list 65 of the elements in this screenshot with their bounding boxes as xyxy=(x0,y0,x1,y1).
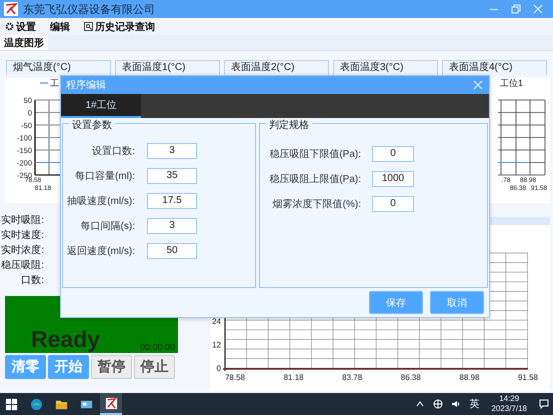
input-field[interactable]: 35 xyxy=(147,168,197,184)
windows-start-icon[interactable] xyxy=(4,398,18,410)
field-label: 烟雾浓度下限值(%): xyxy=(272,198,361,210)
menu-item[interactable]: 历史记录查询 xyxy=(84,20,155,34)
window-title: 东莞飞弘仪器设备有限公司 xyxy=(23,2,156,16)
legend-label: 工位1 xyxy=(500,78,524,88)
dialog-title: 程序编辑 xyxy=(66,78,107,92)
status-text: Ready xyxy=(31,326,100,352)
field-label: 稳压吸阻上限值(Pa): xyxy=(268,172,361,186)
menu-item[interactable]: 编辑 xyxy=(50,20,70,34)
legend-line xyxy=(40,82,48,84)
browser-icon[interactable] xyxy=(30,398,42,410)
notification-icon[interactable] xyxy=(539,399,549,409)
globe-icon[interactable] xyxy=(433,399,444,409)
app-logo-icon[interactable] xyxy=(104,396,118,410)
input-method-indicator[interactable]: 英 xyxy=(469,397,480,411)
input-field[interactable]: 0 xyxy=(372,196,414,212)
field-label: 每口间隔(s): xyxy=(80,220,135,232)
axis-tick-label: 88.98 xyxy=(459,373,480,382)
tab[interactable]: 1#工位 xyxy=(61,94,141,118)
group-title: 表面温度1(°C) xyxy=(115,60,220,75)
gear-icon xyxy=(5,22,14,31)
axis-tick-label: 81.18 xyxy=(284,373,304,382)
readout-label: 实时浓度: xyxy=(0,244,44,258)
control-button[interactable]: 暂停 xyxy=(91,355,132,379)
input-field[interactable]: 50 xyxy=(147,242,197,258)
clock-date: 2023/7/18 xyxy=(491,404,527,414)
legend-label: 工 xyxy=(50,78,59,88)
axis-tick-label: 86.38 xyxy=(400,373,421,382)
group-title: 烟气温度(°C) xyxy=(6,60,111,75)
field-label: 抽吸速度(ml/s): xyxy=(66,194,135,208)
field-label: 稳压吸阻下限值(Pa): xyxy=(268,148,361,160)
axis-tick-label: 83.78 xyxy=(342,373,362,382)
axis-tick-label: 12 xyxy=(212,340,221,350)
timer-text: 00:00:00 xyxy=(140,342,175,352)
input-field[interactable]: 1000 xyxy=(372,170,414,186)
group-title: 表面温度4(°C) xyxy=(442,60,547,75)
axis-tick-label: 0 xyxy=(216,364,221,373)
readout-label: 实时速度: xyxy=(0,228,44,243)
group-title: 设置参数 xyxy=(69,118,115,132)
field-label: 返回速度(ml/s): xyxy=(66,244,135,258)
input-field[interactable]: 17.5 xyxy=(147,192,197,208)
search-icon xyxy=(84,22,93,31)
readout-label: 口数: xyxy=(20,274,44,288)
readout-label: 稳压吸阻: xyxy=(0,259,44,273)
tab[interactable]: 温度图形 xyxy=(0,35,48,50)
field-label: 每口容量(ml): xyxy=(74,170,135,182)
speaker-icon[interactable] xyxy=(451,399,462,409)
axis-tick-label: 91.58 xyxy=(518,373,538,382)
field-label: 设置口数: xyxy=(91,144,135,158)
group-title: 表面温度3(°C) xyxy=(333,60,438,75)
group-title: 表面温度2(°C) xyxy=(224,60,329,75)
group-title: 判定规格 xyxy=(266,118,312,132)
control-button[interactable]: 停止 xyxy=(134,355,175,379)
input-field[interactable]: 0 xyxy=(372,146,414,162)
input-field[interactable]: 3 xyxy=(147,142,197,158)
axis-tick-label: 78.58 xyxy=(224,373,246,382)
readout-label: 实时吸阻: xyxy=(0,214,44,228)
input-field[interactable]: 3 xyxy=(147,218,197,234)
menu-item[interactable]: 设置 xyxy=(5,20,36,34)
app-logo-icon xyxy=(4,2,18,16)
chevron-up-icon[interactable] xyxy=(415,399,426,409)
axis-tick-label: 24 xyxy=(212,317,221,326)
clock-time: 14:29 xyxy=(499,394,520,404)
data-line xyxy=(498,162,528,163)
